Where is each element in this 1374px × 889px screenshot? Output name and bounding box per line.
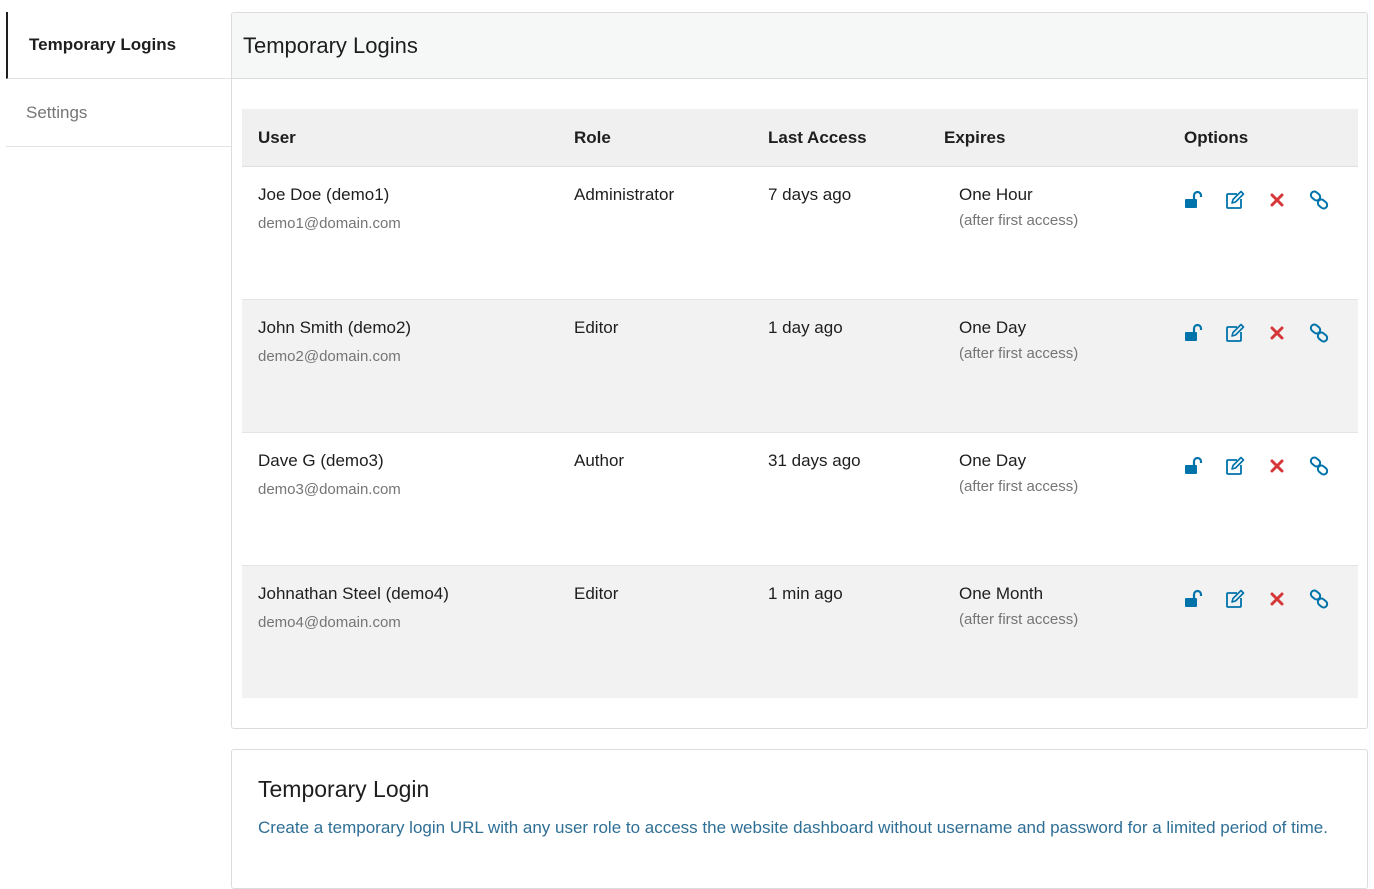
- link-icon[interactable]: [1308, 322, 1330, 344]
- role-cell: Editor: [574, 318, 619, 337]
- expires-cell: One Hour (after first access): [959, 185, 1078, 229]
- expires-cell: One Day (after first access): [959, 318, 1078, 362]
- column-header-expires: Expires: [944, 128, 1006, 147]
- options-cell: [1182, 322, 1350, 344]
- expires-value: One Day: [959, 318, 1027, 337]
- sidebar: Temporary Logins Settings: [6, 12, 231, 147]
- last-access-cell: 1 day ago: [768, 318, 843, 337]
- link-icon[interactable]: [1308, 455, 1330, 477]
- unlock-icon[interactable]: [1182, 189, 1204, 211]
- link-icon[interactable]: [1308, 189, 1330, 211]
- expires-note: (after first access): [959, 345, 1079, 362]
- user-email: demo1@domain.com: [258, 215, 401, 232]
- options-cell: [1182, 189, 1350, 211]
- edit-icon[interactable]: [1224, 189, 1246, 211]
- delete-icon[interactable]: [1266, 455, 1288, 477]
- user-name: Dave G (demo3): [258, 451, 384, 470]
- unlock-icon[interactable]: [1182, 588, 1204, 610]
- create-temporary-login-panel: Temporary Login Create a temporary login…: [231, 749, 1368, 889]
- user-name: Johnathan Steel (demo4): [258, 584, 449, 603]
- unlock-icon[interactable]: [1182, 455, 1204, 477]
- expires-note: (after first access): [959, 611, 1079, 628]
- user-email: demo2@domain.com: [258, 348, 401, 365]
- table-row: John Smith (demo2) demo2@domain.com Edit…: [242, 300, 1358, 433]
- temporary-logins-panel: Temporary Logins User Role Last Access E…: [231, 12, 1368, 729]
- user-cell: Joe Doe (demo1) demo1@domain.com: [258, 185, 401, 232]
- column-header-options: Options: [1184, 128, 1249, 147]
- expires-value: One Hour: [959, 185, 1033, 204]
- last-access-cell: 31 days ago: [768, 451, 861, 470]
- user-cell: Johnathan Steel (demo4) demo4@domain.com: [258, 584, 449, 631]
- sidebar-item-temporary-logins[interactable]: Temporary Logins: [6, 12, 231, 79]
- unlock-icon[interactable]: [1182, 322, 1204, 344]
- table-row: Joe Doe (demo1) demo1@domain.com Adminis…: [242, 167, 1358, 300]
- expires-cell: One Day (after first access): [959, 451, 1078, 495]
- create-title: Temporary Login: [258, 776, 430, 802]
- delete-icon[interactable]: [1266, 588, 1288, 610]
- user-name: Joe Doe (demo1): [258, 185, 390, 204]
- expires-value: One Month: [959, 584, 1044, 603]
- role-cell: Administrator: [574, 185, 675, 204]
- table-header: User Role Last Access Expires Options: [242, 109, 1358, 167]
- edit-icon[interactable]: [1224, 588, 1246, 610]
- column-header-role: Role: [574, 128, 611, 147]
- table-row: Johnathan Steel (demo4) demo4@domain.com…: [242, 566, 1358, 698]
- sidebar-item-settings[interactable]: Settings: [6, 79, 231, 147]
- expires-value: One Day: [959, 451, 1027, 470]
- link-icon[interactable]: [1308, 588, 1330, 610]
- panel-title: Temporary Logins: [232, 13, 1367, 79]
- options-cell: [1182, 588, 1350, 610]
- role-cell: Editor: [574, 584, 619, 603]
- delete-icon[interactable]: [1266, 322, 1288, 344]
- table-row: Dave G (demo3) demo3@domain.com Author 3…: [242, 433, 1358, 566]
- edit-icon[interactable]: [1224, 322, 1246, 344]
- user-cell: Dave G (demo3) demo3@domain.com: [258, 451, 401, 498]
- last-access-cell: 7 days ago: [768, 185, 852, 204]
- role-cell: Author: [574, 451, 625, 470]
- column-header-last-access: Last Access: [768, 128, 867, 147]
- logins-table: User Role Last Access Expires Options Jo…: [242, 109, 1358, 698]
- last-access-cell: 1 min ago: [768, 584, 843, 603]
- user-name: John Smith (demo2): [258, 318, 412, 337]
- user-email: demo4@domain.com: [258, 614, 401, 631]
- expires-cell: One Month (after first access): [959, 584, 1078, 628]
- expires-note: (after first access): [959, 478, 1079, 495]
- delete-icon[interactable]: [1266, 189, 1288, 211]
- user-cell: John Smith (demo2) demo2@domain.com: [258, 318, 411, 365]
- user-email: demo3@domain.com: [258, 481, 401, 498]
- create-description: Create a temporary login URL with any us…: [258, 818, 1328, 837]
- options-cell: [1182, 455, 1350, 477]
- expires-note: (after first access): [959, 212, 1079, 229]
- edit-icon[interactable]: [1224, 455, 1246, 477]
- column-header-user: User: [258, 128, 296, 147]
